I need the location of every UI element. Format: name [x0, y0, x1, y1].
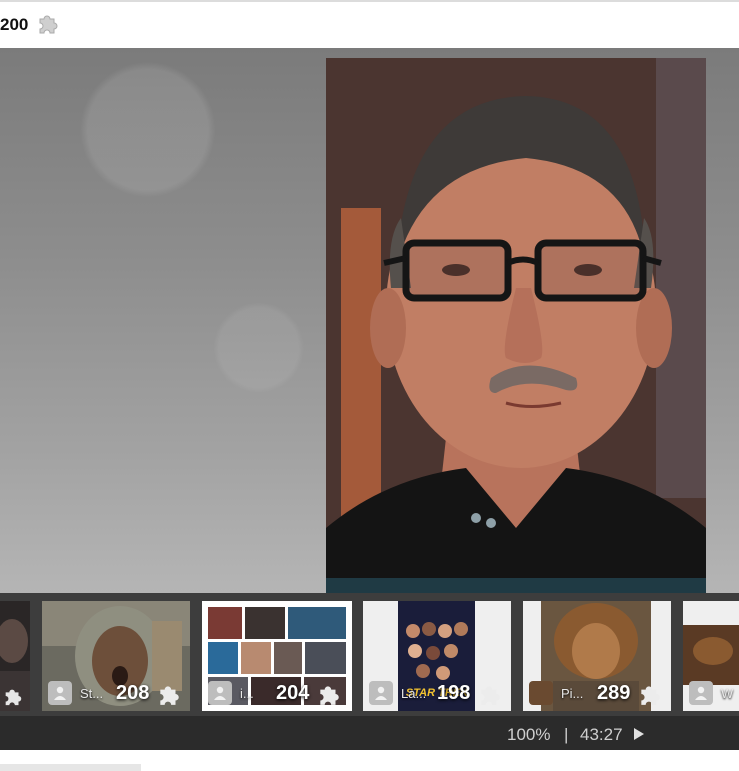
user-avatar [529, 681, 553, 705]
user-avatar [689, 681, 713, 705]
related-puzzle-thumbnail[interactable]: STAR TREK La... 198 [363, 601, 511, 711]
puzzle-piece-icon [39, 15, 58, 34]
status-separator: | [564, 725, 569, 744]
thumbnail-piece-count: 204 [276, 682, 310, 704]
puzzle-piece-icon [320, 686, 339, 705]
thumbnail-username: La... [401, 686, 427, 701]
elapsed-time: 43:27 [580, 725, 623, 744]
thumbnail-piece-count: 198 [437, 682, 471, 704]
puzzle-piece-icon [160, 686, 179, 705]
status-bar: 100% | 43:27 [0, 716, 739, 750]
user-icon [214, 686, 226, 700]
thumbnail-username: St... [80, 686, 104, 701]
footer-bar [0, 764, 141, 771]
thumbnail-piece-count: 289 [597, 682, 631, 704]
user-avatar [208, 681, 232, 705]
puzzle-piece-icon [641, 686, 660, 705]
thumbnail-username: W [721, 686, 734, 701]
thumbnail-username: Pi... [561, 686, 584, 701]
related-puzzle-thumbnail[interactable]: St... 208 [42, 601, 190, 711]
thumbnail-username: i... [240, 686, 254, 701]
user-icon [54, 686, 66, 700]
puzzle-piece-icon [5, 689, 22, 706]
play-icon[interactable] [634, 728, 644, 740]
user-icon [375, 686, 387, 700]
header-bar: 200 [0, 2, 739, 48]
user-avatar [48, 681, 72, 705]
user-icon [695, 686, 707, 700]
user-avatar [369, 681, 393, 705]
related-puzzle-thumbnail[interactable]: W [683, 601, 739, 711]
puzzle-preview-image[interactable] [326, 58, 706, 593]
piece-count: 200 [0, 15, 29, 34]
thumbnail-piece-count: 208 [116, 682, 150, 704]
related-puzzle-thumbnail[interactable]: i... 204 [202, 601, 352, 711]
puzzle-piece-icon [481, 686, 500, 705]
related-puzzles-strip: St... 208 i... 204 STAR TREK La... 198 P… [0, 593, 739, 716]
related-puzzle-thumbnail[interactable]: Pi... 289 [523, 601, 671, 711]
zoom-level: 100% [507, 725, 551, 744]
portrait-illustration [326, 58, 706, 593]
related-puzzle-thumbnail[interactable] [0, 601, 30, 711]
